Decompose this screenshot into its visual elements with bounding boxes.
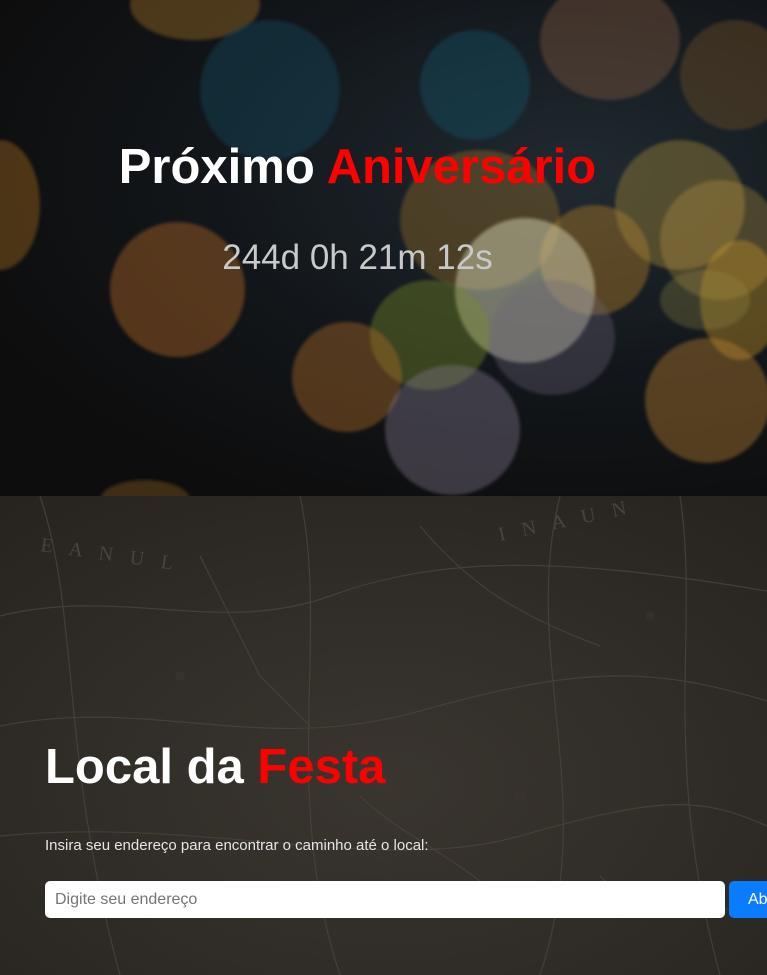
location-section: E A N U L I N A U N Local da Festa Insir… <box>0 496 767 975</box>
page: Próximo Aniversário 244d 0h 21m 12s E A … <box>0 0 767 975</box>
location-title-accent: Festa <box>257 740 386 794</box>
countdown-title-main: Próximo <box>118 140 315 194</box>
address-input[interactable] <box>45 881 725 918</box>
open-route-button[interactable]: Ab <box>729 881 767 918</box>
location-description: Insira seu endereço para encontrar o cam… <box>45 837 429 854</box>
countdown-title-accent: Aniversário <box>326 140 597 194</box>
countdown-timer: 244d 0h 21m 12s <box>222 238 493 277</box>
countdown-section: Próximo Aniversário 244d 0h 21m 12s <box>0 0 767 496</box>
location-title: Local da Festa <box>45 736 385 798</box>
location-title-main: Local da <box>45 740 244 794</box>
countdown-title: Próximo Aniversário <box>0 135 715 199</box>
